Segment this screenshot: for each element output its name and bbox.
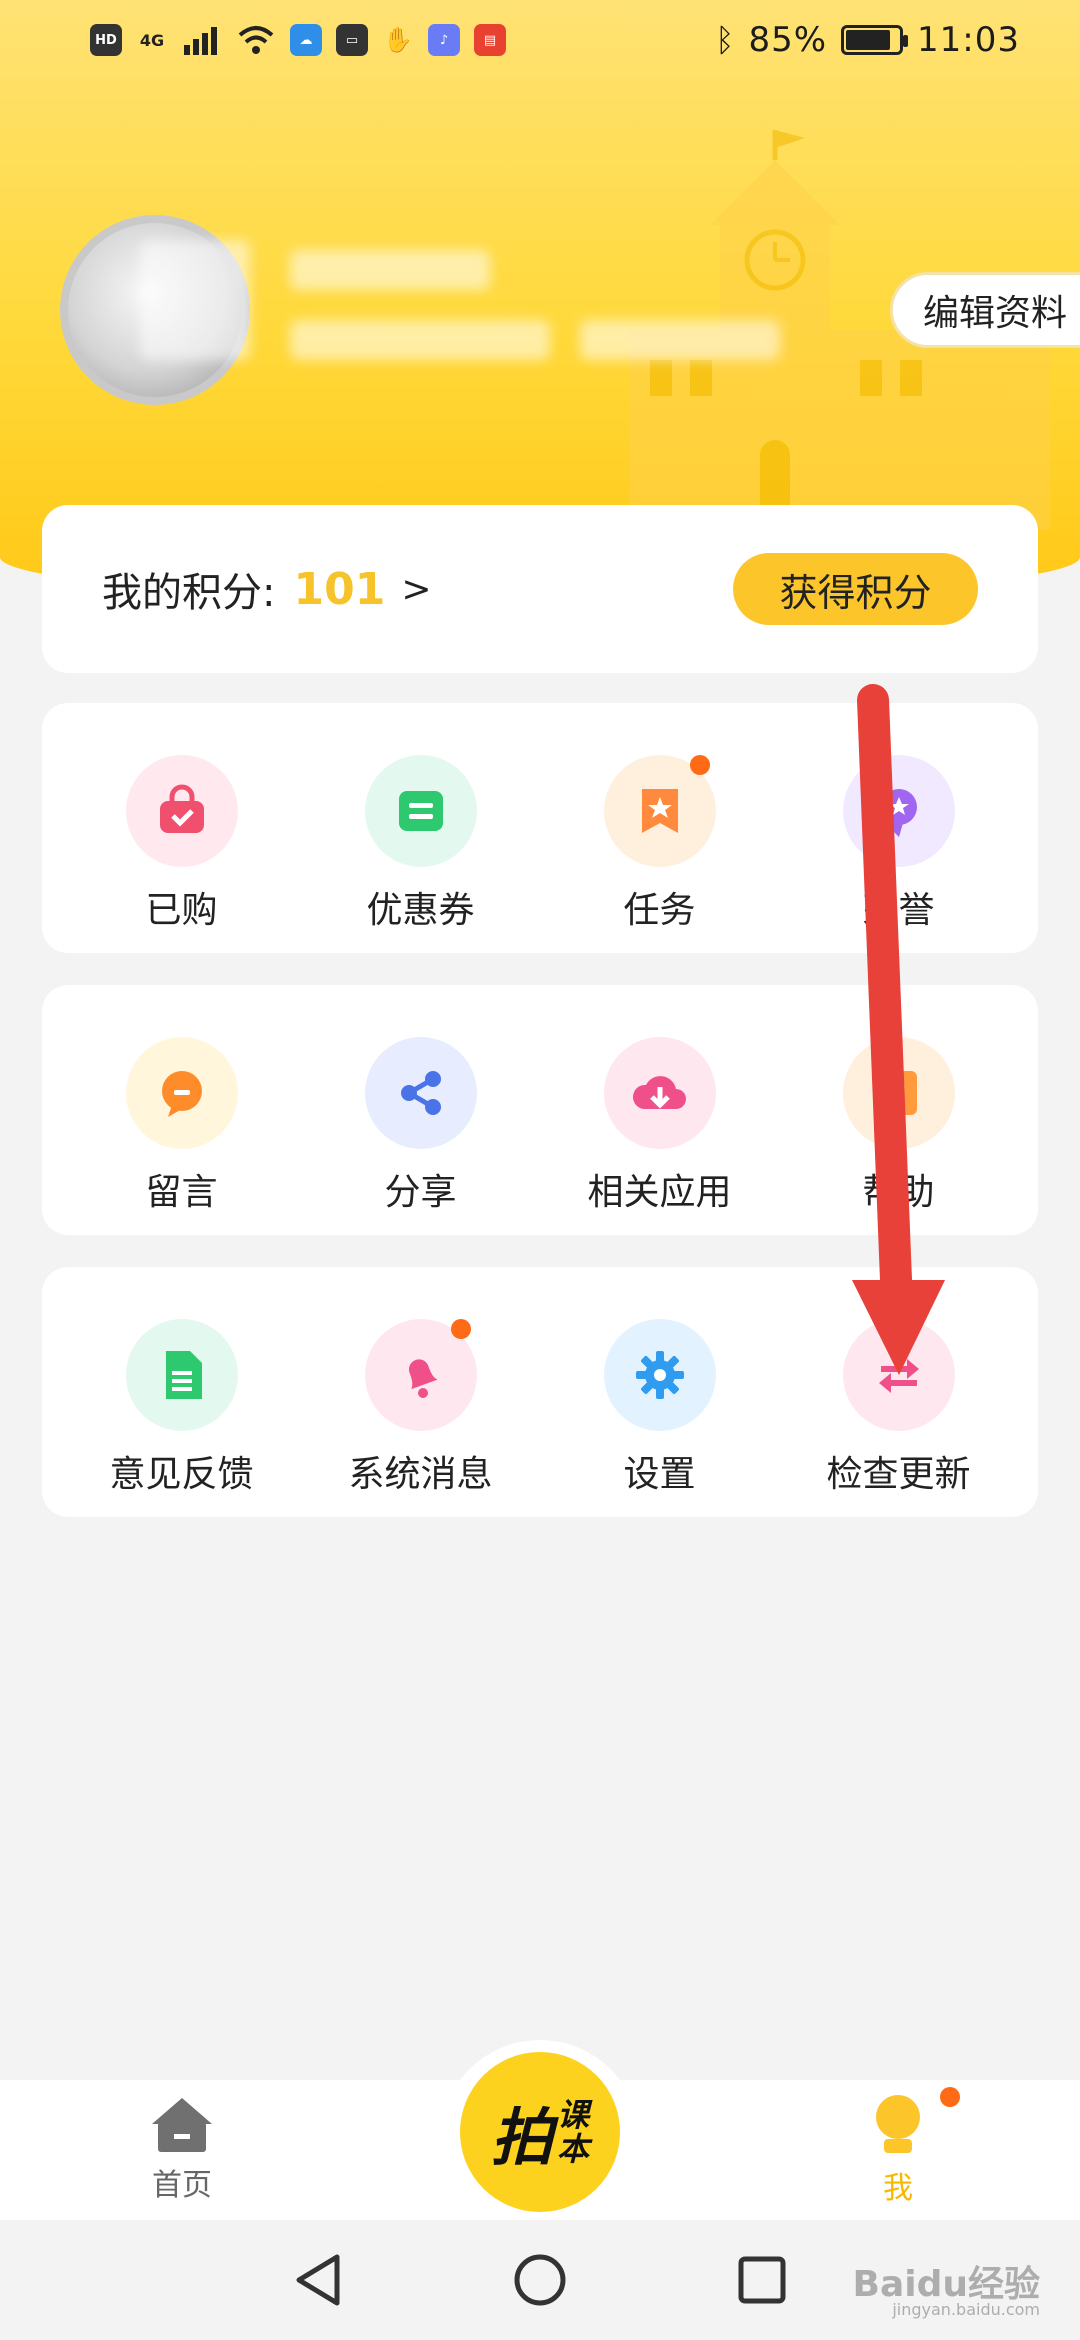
weather-app-icon: ☁ [290,24,322,56]
home-icon [152,2098,212,2152]
avatar-blur [140,240,250,360]
watermark-sub: jingyan.baidu.com [892,2300,1040,2319]
music-app-icon: ♪ [428,24,460,56]
capture-button[interactable]: 拍 课 本 [460,2052,620,2212]
medal-icon [842,755,955,867]
back-icon[interactable] [293,2253,343,2307]
gear-icon [603,1319,716,1431]
coupon-icon [364,755,477,867]
huawei-app-icon: ▭ [336,24,368,56]
grid-item-label: 意见反馈 [109,1454,254,1495]
capture-main-text: 拍 [490,2101,553,2174]
shopping-bag-icon [125,755,238,867]
grid-item-label: 已购 [145,890,218,931]
clock-time: 11:03 [917,20,1020,60]
edit-profile-button[interactable]: 编辑资料 [890,272,1080,348]
hd-indicator: HD [90,24,122,56]
app-notification-icon: ▤ [474,24,506,56]
grid-item[interactable]: 分享 [301,985,540,1235]
status-right: ᛒ 85% 11:03 [715,20,1020,60]
points-value[interactable]: 101 [293,564,385,615]
cloud-download-icon [603,1037,716,1149]
tab-home[interactable]: 首页 [150,2096,214,2204]
grid-item[interactable]: 系统消息 [301,1267,540,1517]
notification-dot [451,1319,471,1339]
grid-item[interactable]: 相关应用 [540,985,779,1235]
capture-sub-1: 课 [557,2096,590,2134]
refresh-arrows-icon [842,1319,955,1431]
grid-card-1: 已购 优惠券 任务 荣誉 [42,703,1038,953]
svg-text:?: ? [891,1077,906,1110]
chevron-right-icon[interactable]: > [401,569,431,610]
tab-home-label: 首页 [152,2168,212,2203]
grid-item[interactable]: 任务 [540,703,779,953]
share-icon [364,1037,477,1149]
signal-icon [184,27,217,55]
battery-level [846,30,891,50]
grid-item[interactable]: ? 帮助 [779,985,1018,1235]
grid-item[interactable]: 留言 [62,985,301,1235]
home-circle-icon[interactable] [513,2253,567,2307]
tab-me-label: 我 [883,2171,913,2206]
user-info-blur [290,320,550,360]
user-info-blur-2 [580,320,780,360]
status-bar: HD 4G ☁ ▭ ✋ ♪ ▤ ᛒ 85% 11:03 [0,0,1080,80]
grid-item[interactable]: 优惠券 [301,703,540,953]
grid-item-label: 优惠券 [366,890,475,931]
wifi-icon [238,26,274,54]
grid-item-label: 设置 [623,1454,696,1495]
hand-icon: ✋ [383,26,413,54]
grid-item[interactable]: 检查更新 [779,1267,1018,1517]
capture-sub-text: 课 本 [557,2098,589,2166]
grid-item-label: 帮助 [862,1172,935,1213]
battery-percent: 85% [748,20,828,60]
grid-card-3: 意见反馈 系统消息 设置 检查更新 [42,1267,1038,1517]
tab-me[interactable]: 我 [866,2087,960,2207]
grid-item-label: 系统消息 [348,1454,493,1495]
notification-dot [690,755,710,775]
grid-item[interactable]: 荣誉 [779,703,1018,953]
network-indicator: 4G [139,30,165,50]
grid-item-label: 任务 [623,890,696,931]
status-left: HD 4G ☁ ▭ ✋ ♪ ▤ [90,24,506,56]
grid-item-label: 相关应用 [587,1172,732,1213]
grid-item-label: 分享 [384,1172,457,1213]
battery-icon [841,25,909,55]
grid-card-2: 留言 分享 相关应用? 帮助 [42,985,1038,1235]
points-label: 我的积分: [102,570,276,616]
bluetooth-icon: ᛒ [715,21,735,59]
username-blur [290,250,490,290]
help-book-icon: ? [842,1037,955,1149]
document-icon [125,1319,238,1431]
tab-me-badge-dot [940,2087,960,2107]
get-points-button[interactable]: 获得积分 [733,553,978,625]
grid-item[interactable]: 设置 [540,1267,779,1517]
recents-icon[interactable] [737,2255,787,2305]
grid-item-label: 检查更新 [826,1454,971,1495]
grid-item[interactable]: 已购 [62,703,301,953]
capture-sub-2: 本 [557,2130,590,2168]
points-card: 我的积分: 101 > 获得积分 [42,505,1038,673]
user-medal-icon [876,2095,920,2153]
grid-item[interactable]: 意见反馈 [62,1267,301,1517]
grid-item-label: 留言 [145,1172,218,1213]
grid-item-label: 荣誉 [862,890,935,931]
message-bubble-icon [125,1037,238,1149]
